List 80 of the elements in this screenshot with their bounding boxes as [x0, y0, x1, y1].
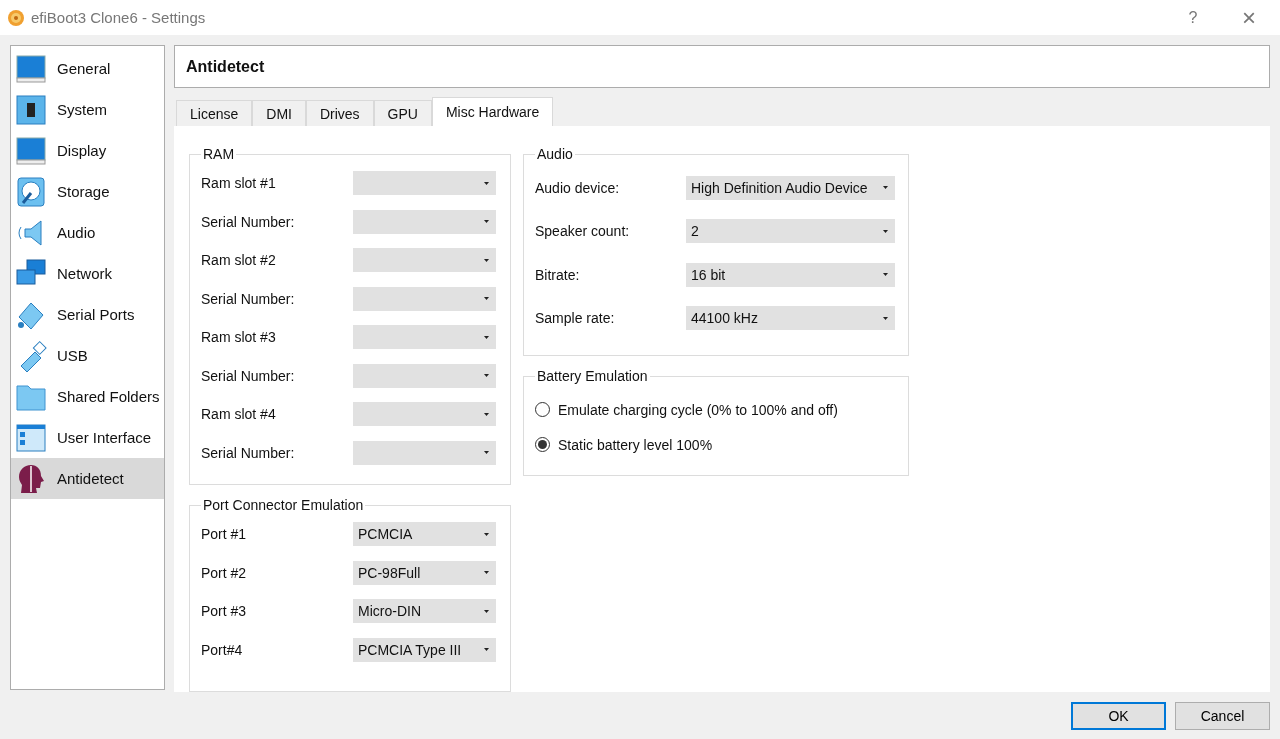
caret-icon — [883, 273, 888, 277]
close-button[interactable]: × — [1224, 2, 1274, 33]
field-label: Serial Number: — [201, 290, 296, 307]
dropdown[interactable]: 16 bit — [686, 262, 895, 287]
caret-icon — [484, 451, 489, 455]
window-title: efiBoot3 Clone6 - Settings — [31, 9, 206, 26]
caret-icon — [883, 316, 888, 320]
sidebar-item[interactable]: Antidetect — [11, 458, 164, 499]
sidebar-item[interactable]: Serial Ports — [11, 294, 164, 335]
dropdown[interactable]: High Definition Audio Device — [686, 175, 895, 200]
caret-icon — [484, 258, 489, 262]
help-button[interactable]: ? — [1168, 2, 1218, 33]
caret-icon — [883, 229, 888, 233]
field-label: Audio device: — [535, 179, 621, 196]
tab[interactable]: Misc Hardware — [431, 97, 554, 126]
tab[interactable]: Drives — [305, 100, 374, 126]
field-label: Port #1 — [201, 526, 248, 543]
group-title: RAM — [202, 146, 236, 162]
caret-icon — [484, 335, 489, 339]
dropdown[interactable]: 44100 kHz — [686, 306, 895, 331]
sidebar-item[interactable]: Network — [11, 253, 164, 294]
dropdown[interactable] — [353, 402, 496, 427]
dropdown[interactable]: PCMCIA Type III — [353, 637, 496, 662]
group-title: Audio — [536, 146, 574, 162]
group-title: Battery Emulation — [536, 368, 649, 384]
field-label: Ram slot #1 — [201, 175, 277, 192]
caret-icon — [484, 297, 489, 301]
dropdown[interactable]: PC-98Full — [353, 560, 496, 585]
radio-option[interactable]: Static battery level 100% — [535, 427, 897, 462]
field-label: Sample rate: — [535, 310, 616, 327]
chip-icon — [15, 93, 47, 126]
field-label: Ram slot #3 — [201, 329, 277, 346]
window-icon — [15, 421, 47, 454]
field-label: Ram slot #4 — [201, 406, 277, 423]
page-title: Antidetect — [186, 57, 265, 76]
sidebar-item[interactable]: User Interface — [11, 417, 164, 458]
sidebar-item[interactable]: USB — [11, 335, 164, 376]
dialog-button[interactable]: Cancel — [1175, 702, 1270, 730]
dropdown[interactable] — [353, 363, 496, 388]
dropdown[interactable] — [353, 248, 496, 273]
sidebar-item[interactable]: Storage — [11, 171, 164, 212]
field-label: Port #3 — [201, 603, 248, 620]
caret-icon — [484, 571, 489, 575]
sidebar-item[interactable]: System — [11, 89, 164, 130]
caret-icon — [883, 186, 888, 190]
monitor-icon — [15, 52, 47, 85]
caret-icon — [484, 532, 489, 536]
group-title: Port Connector Emulation — [202, 497, 365, 513]
caret-icon — [484, 648, 489, 652]
dropdown[interactable] — [353, 440, 496, 465]
dropdown[interactable] — [353, 325, 496, 350]
field-label: Bitrate: — [535, 266, 581, 283]
field-label: Speaker count: — [535, 223, 631, 240]
field-label: Port#4 — [201, 641, 244, 658]
caret-icon — [484, 412, 489, 416]
tab[interactable]: License — [176, 100, 253, 126]
caret-icon — [484, 609, 489, 613]
field-label: Serial Number: — [201, 213, 296, 230]
field-label: Port #2 — [201, 564, 248, 581]
caret-icon — [484, 220, 489, 224]
tab[interactable]: DMI — [252, 100, 306, 126]
tab[interactable]: GPU — [373, 100, 432, 126]
sidebar-item[interactable]: General — [11, 48, 164, 89]
sidebar-item[interactable]: Audio — [11, 212, 164, 253]
sidebar-item[interactable]: Shared Folders — [11, 376, 164, 417]
dropdown[interactable] — [353, 209, 496, 234]
dropdown[interactable]: PCMCIA — [353, 522, 496, 547]
caret-icon — [484, 374, 489, 378]
dropdown[interactable]: 2 — [686, 219, 895, 244]
dialog-button[interactable]: OK — [1071, 702, 1166, 730]
monitor-icon — [15, 134, 47, 167]
field-label: Serial Number: — [201, 444, 296, 461]
radio-option[interactable]: Emulate charging cycle (0% to 100% and off) — [535, 392, 897, 427]
caret-icon — [484, 181, 489, 185]
field-label: Ram slot #2 — [201, 252, 277, 269]
field-label: Serial Number: — [201, 367, 296, 384]
sidebar-item[interactable]: Display — [11, 130, 164, 171]
dropdown[interactable] — [353, 171, 496, 196]
dropdown[interactable]: Micro-DIN — [353, 599, 496, 624]
dropdown[interactable] — [353, 286, 496, 311]
